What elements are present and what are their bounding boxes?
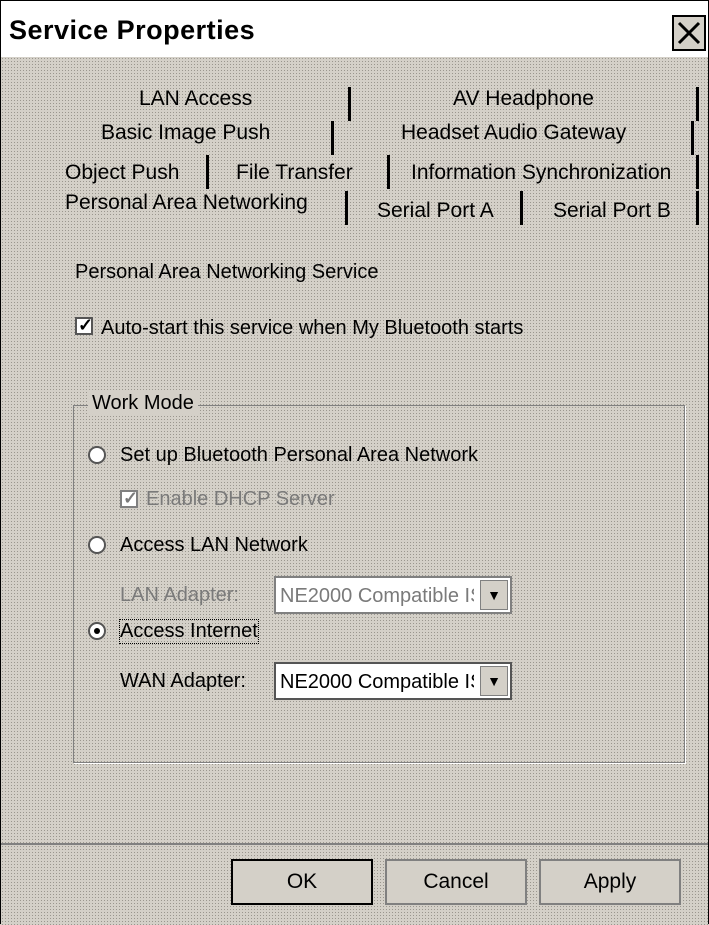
tab-personal-area-networking[interactable]: Personal Area Networking [65,191,308,215]
lan-adapter-label: LAN Adapter: [120,584,239,606]
checkmark-icon: ✓ [78,315,94,335]
button-bar: OK Cancel Apply [1,843,708,925]
tab-separator [696,87,699,121]
window-title: Service Properties [9,15,256,45]
lan-adapter-select: NE2000 Compatible ISAPNP E ▼ [274,576,512,614]
chevron-down-icon[interactable]: ▼ [480,666,508,696]
tab-separator [348,87,351,121]
ok-button[interactable]: OK [231,859,373,905]
tab-av-headphone[interactable]: AV Headphone [453,87,594,111]
tab-strip: LAN Access AV Headphone Basic Image Push… [1,57,708,225]
tab-basic-image-push[interactable]: Basic Image Push [101,121,270,145]
access-lan-label: Access LAN Network [120,534,308,556]
access-internet-label: Access Internet [119,619,259,644]
radio-access-internet[interactable] [88,622,106,640]
tab-information-synchronization[interactable]: Information Synchronization [411,161,671,185]
lan-adapter-value: NE2000 Compatible ISAPNP E [280,585,474,607]
setup-pan-label: Set up Bluetooth Personal Area Network [120,444,478,466]
work-mode-groupbox: Work Mode Set up Bluetooth Personal Area… [73,392,685,763]
checkmark-icon: ✓ [123,488,139,508]
service-properties-window: Service Properties LAN Access AV Headpho… [0,0,709,925]
tab-separator [206,155,209,189]
close-icon [677,21,701,45]
title-bar: Service Properties [1,1,708,57]
autostart-checkbox[interactable]: ✓ [75,315,94,335]
tab-separator [331,121,334,155]
radio-dot [94,628,100,634]
work-mode-legend: Work Mode [88,392,198,415]
panel-heading: Personal Area Networking Service [75,261,379,283]
tab-separator [696,155,699,189]
cancel-button[interactable]: Cancel [385,859,527,905]
tab-separator [691,121,694,155]
tab-panel: Personal Area Networking Service ✓ Auto-… [59,219,699,819]
close-button[interactable] [672,15,706,51]
tab-separator [387,155,390,189]
tab-object-push[interactable]: Object Push [65,161,179,185]
wan-adapter-select[interactable]: NE2000 Compatible ISAPNP E ▼ [274,662,512,700]
radio-setup-pan[interactable] [88,446,106,464]
enable-dhcp-checkbox: ✓ [120,488,139,508]
enable-dhcp-label: Enable DHCP Server [146,488,335,510]
wan-adapter-label: WAN Adapter: [120,670,246,692]
apply-button[interactable]: Apply [539,859,681,905]
tab-lan-access[interactable]: LAN Access [139,87,252,111]
autostart-label: Auto-start this service when My Bluetoot… [101,317,524,339]
tab-file-transfer[interactable]: File Transfer [236,161,353,185]
chevron-down-icon: ▼ [480,580,508,610]
radio-access-lan[interactable] [88,536,106,554]
wan-adapter-value: NE2000 Compatible ISAPNP E [280,671,474,693]
tab-headset-audio-gateway[interactable]: Headset Audio Gateway [401,121,626,145]
